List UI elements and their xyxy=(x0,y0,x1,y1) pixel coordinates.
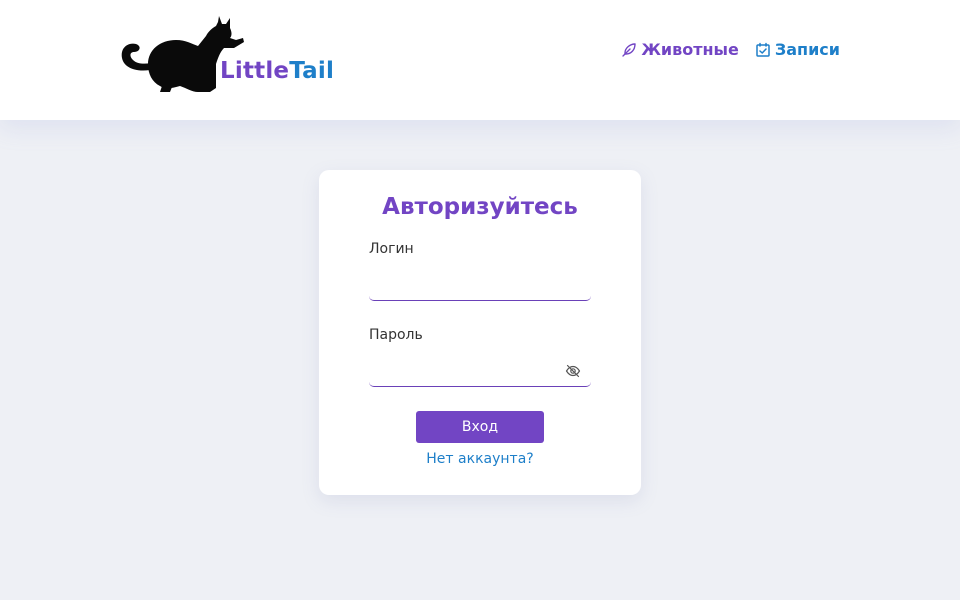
login-input[interactable] xyxy=(369,270,563,300)
password-field xyxy=(369,356,591,387)
feather-icon xyxy=(622,42,637,57)
logo-text-tail: Tail xyxy=(289,58,335,84)
nav-animals-label: Животные xyxy=(641,40,739,59)
nav-animals[interactable]: Животные xyxy=(621,40,739,59)
nav-records[interactable]: Записи xyxy=(755,40,840,59)
logo[interactable]: LittleTail xyxy=(120,6,340,96)
logo-text-little: Little xyxy=(220,58,290,84)
header: LittleTail Животные Записи xyxy=(0,0,960,120)
login-field xyxy=(369,270,591,301)
nav-records-label: Записи xyxy=(774,40,840,59)
password-label: Пароль xyxy=(369,327,423,343)
calendar-check-icon xyxy=(756,42,770,57)
login-label: Логин xyxy=(369,241,414,257)
login-card: Авторизуйтесь Логин Пароль Вход Нет акка… xyxy=(319,170,641,495)
password-input[interactable] xyxy=(369,356,563,386)
logo-wordmark: LittleTail xyxy=(220,58,334,84)
main-nav: Животные Записи xyxy=(621,40,840,59)
login-title: Авторизуйтесь xyxy=(382,194,578,220)
register-link[interactable]: Нет аккаунта? xyxy=(319,451,641,467)
eye-off-icon[interactable] xyxy=(565,363,581,379)
login-button[interactable]: Вход xyxy=(416,411,544,443)
